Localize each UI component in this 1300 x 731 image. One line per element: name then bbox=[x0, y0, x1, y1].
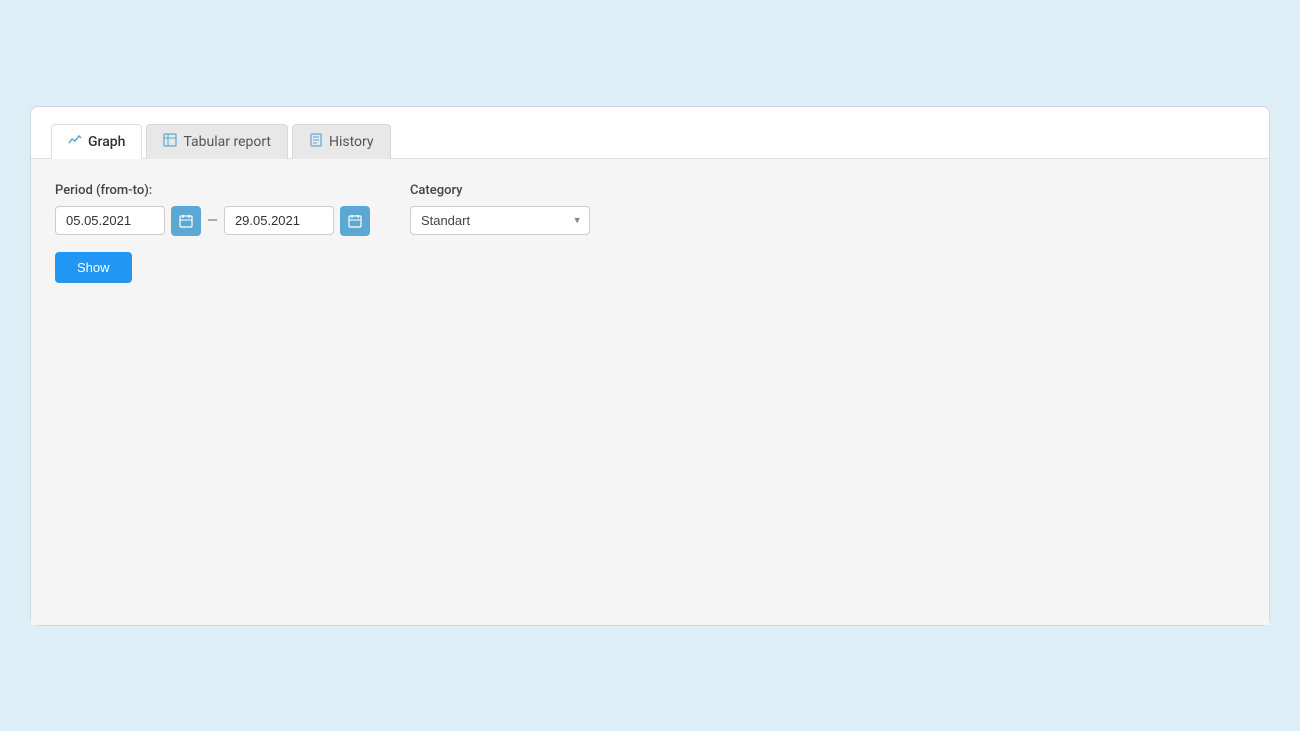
main-card: Graph Tabular report Histor bbox=[30, 106, 1270, 626]
tab-history[interactable]: History bbox=[292, 124, 391, 159]
date-row: — bbox=[55, 206, 370, 236]
period-label: Period (from-to): bbox=[55, 183, 370, 198]
tab-tabular-label: Tabular report bbox=[183, 134, 271, 150]
history-icon bbox=[309, 133, 323, 151]
chart-line-icon bbox=[68, 133, 82, 151]
tab-tabular[interactable]: Tabular report bbox=[146, 124, 288, 159]
tabs-bar: Graph Tabular report Histor bbox=[31, 107, 1269, 159]
calendar-from-icon bbox=[179, 214, 193, 228]
category-select[interactable]: Standart Premium Basic bbox=[410, 206, 590, 235]
content-area: Period (from-to): — bbox=[31, 159, 1269, 625]
date-to-input[interactable] bbox=[224, 206, 334, 235]
calendar-to-button[interactable] bbox=[340, 206, 370, 236]
category-select-wrapper: Standart Premium Basic ▾ bbox=[410, 206, 590, 235]
date-from-input[interactable] bbox=[55, 206, 165, 235]
date-separator: — bbox=[207, 213, 218, 229]
tab-graph[interactable]: Graph bbox=[51, 124, 142, 159]
form-row: Period (from-to): — bbox=[55, 183, 1245, 236]
tab-graph-label: Graph bbox=[88, 134, 125, 150]
calendar-to-icon bbox=[348, 214, 362, 228]
tab-history-label: History bbox=[329, 134, 374, 150]
category-field-group: Category Standart Premium Basic ▾ bbox=[410, 183, 590, 235]
show-button[interactable]: Show bbox=[55, 252, 132, 283]
calendar-from-button[interactable] bbox=[171, 206, 201, 236]
table-icon bbox=[163, 133, 177, 151]
category-label: Category bbox=[410, 183, 590, 198]
period-field-group: Period (from-to): — bbox=[55, 183, 370, 236]
